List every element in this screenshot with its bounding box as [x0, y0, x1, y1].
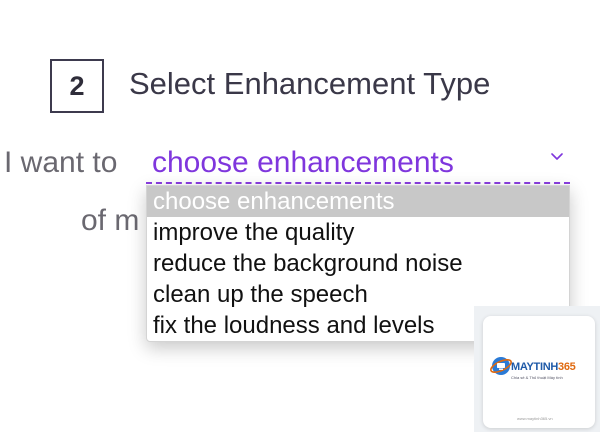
watermark-footer: www.maytinh365.vn [517, 416, 553, 421]
enhancement-type-select[interactable]: choose enhancements [146, 144, 570, 184]
option-improve-quality[interactable]: improve the quality [147, 217, 569, 248]
option-choose-enhancements[interactable]: choose enhancements [147, 186, 569, 217]
option-reduce-background-noise[interactable]: reduce the background noise [147, 248, 569, 279]
step-title: Select Enhancement Type [129, 66, 491, 101]
watermark-overlay: MAYTINH365 Chia sẻ & Thủ thuật Máy tính … [474, 306, 600, 432]
watermark-card: MAYTINH365 Chia sẻ & Thủ thuật Máy tính … [483, 316, 595, 428]
globe-logo-icon [490, 357, 512, 375]
sentence-continuation: of m [81, 204, 140, 237]
watermark-tagline: Chia sẻ & Thủ thuật Máy tính [511, 375, 563, 380]
step-number-box: 2 [50, 59, 104, 113]
watermark-brand: MAYTINH365 [511, 361, 576, 373]
step-number: 2 [69, 70, 85, 101]
chevron-down-icon[interactable] [550, 150, 564, 164]
select-current-value: choose enhancements [152, 146, 454, 179]
sentence-prefix: I want to [4, 146, 118, 179]
